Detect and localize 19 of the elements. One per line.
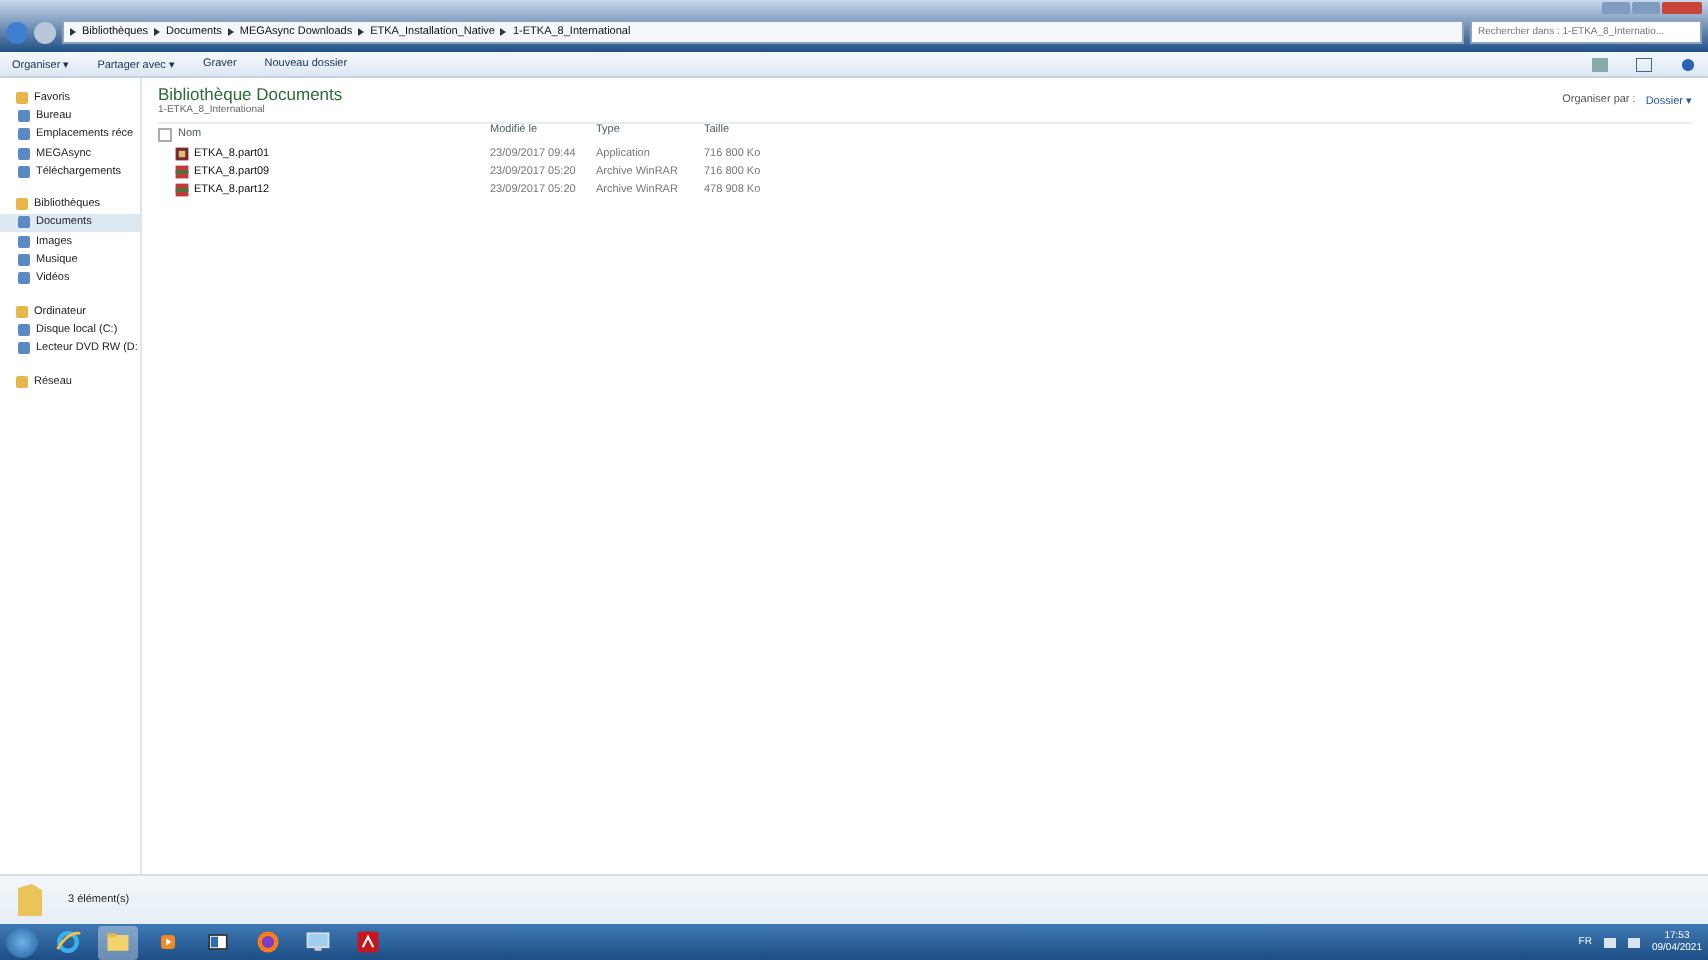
folder-icon xyxy=(16,882,44,918)
chevron-icon xyxy=(70,28,76,36)
library-title: Bibliothèque Documents xyxy=(158,84,343,104)
select-all-checkbox[interactable] xyxy=(158,127,172,141)
chevron-icon xyxy=(500,28,507,36)
help-icon[interactable] xyxy=(1680,57,1696,71)
preview-pane-icon[interactable] xyxy=(1636,57,1652,71)
chevron-icon xyxy=(358,28,365,36)
chevron-icon xyxy=(154,28,161,36)
app-icon xyxy=(54,928,82,956)
app-icon xyxy=(104,928,132,956)
app-icon xyxy=(254,928,282,956)
chevron-icon xyxy=(227,28,234,36)
app-icon xyxy=(204,928,232,956)
start-button[interactable] xyxy=(6,926,38,958)
back-button[interactable] xyxy=(6,21,28,43)
app-icon xyxy=(304,928,332,956)
forward-button[interactable] xyxy=(34,21,56,43)
app-icon xyxy=(354,928,382,956)
